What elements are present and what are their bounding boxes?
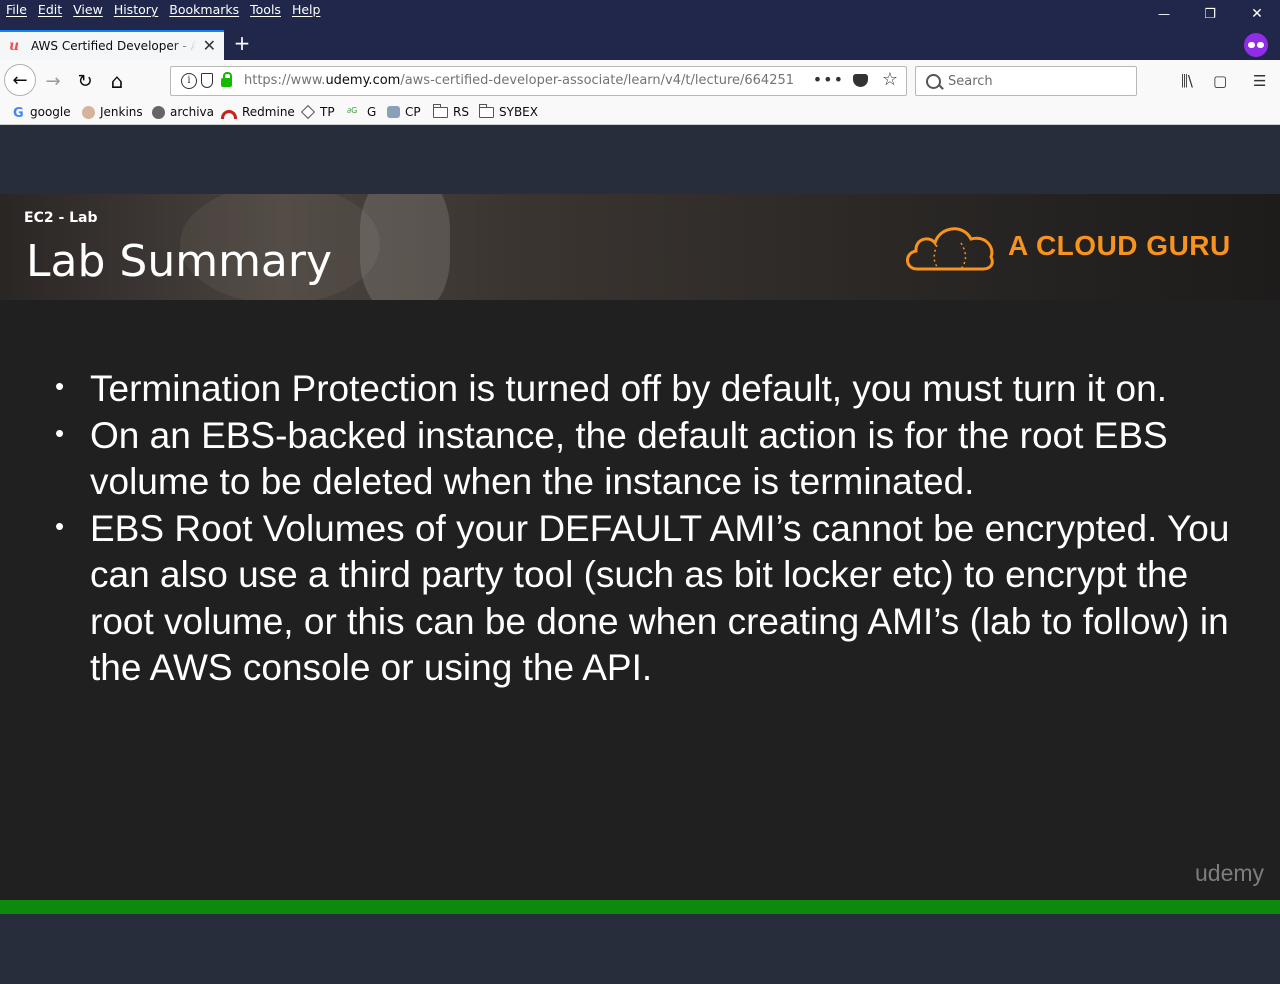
bookmark-google[interactable]: G google	[13, 105, 71, 121]
tab-title: AWS Certified Developer - Associate	[31, 39, 196, 53]
bookmark-label: archiva	[170, 105, 215, 119]
menu-history[interactable]: History	[114, 2, 158, 17]
video-progress-bar[interactable]	[0, 900, 1280, 914]
library-icon[interactable]: ⫼\	[1181, 72, 1193, 90]
bookmark-star-icon[interactable]: ☆	[882, 69, 898, 90]
restore-button[interactable]: ❐	[1187, 0, 1233, 28]
bookmark-label: G	[367, 105, 377, 119]
tab-strip: u AWS Certified Developer - Associate ✕ …	[0, 28, 1280, 60]
bookmark-g[interactable]: ∂G G	[347, 105, 376, 119]
minimize-button[interactable]: —	[1141, 0, 1187, 28]
bookmark-archiva[interactable]: archiva	[152, 105, 214, 119]
search-icon	[926, 74, 941, 89]
menu-list: File Edit View History Bookmarks Tools H…	[6, 2, 331, 17]
private-browsing-icon	[1244, 33, 1268, 57]
home-button[interactable]: ⌂	[103, 67, 131, 95]
info-icon[interactable]: i	[181, 73, 197, 89]
url-text[interactable]: https://www.udemy.com/aws-certified-deve…	[244, 73, 794, 88]
url-path: /aws-certified-developer-associate/learn…	[400, 73, 794, 88]
menu-help[interactable]: Help	[292, 2, 321, 17]
slide-bullets: Termination Protection is turned off by …	[55, 363, 1260, 692]
jenkins-icon	[82, 105, 95, 119]
new-tab-button[interactable]: +	[230, 30, 254, 56]
close-window-button[interactable]: ✕	[1234, 0, 1280, 28]
reload-button[interactable]: ↻	[71, 67, 99, 95]
bookmark-label: TP	[320, 105, 335, 119]
archiva-icon	[152, 105, 165, 119]
tracking-shield-icon[interactable]	[201, 73, 213, 88]
banner-background-figure	[360, 194, 450, 300]
bookmark-jenkins[interactable]: Jenkins	[82, 105, 143, 119]
folder-icon	[479, 103, 494, 118]
slide-banner: EC2 - Lab Lab Summary A CLOUD GURU	[0, 194, 1280, 300]
cloud-guru-brand: A CLOUD GURU	[1008, 230, 1231, 261]
bookmark-sybex[interactable]: SYBEX	[479, 103, 538, 119]
bullet-item: Termination Protection is turned off by …	[55, 363, 1260, 413]
cp-icon	[387, 106, 400, 118]
cloud-guru-logo-icon	[906, 227, 994, 271]
redmine-icon	[221, 109, 237, 119]
g-icon: ∂G	[347, 106, 358, 115]
navigation-bar: ← → ↻ ⌂ i https://www.udemy.com/aws-cert…	[0, 60, 1280, 102]
menu-edit[interactable]: Edit	[38, 2, 62, 17]
url-prefix: https://www.	[244, 73, 326, 88]
bookmark-label: google	[30, 105, 71, 119]
url-host: udemy.com	[325, 73, 401, 88]
menu-file[interactable]: File	[6, 2, 27, 17]
udemy-watermark: udemy	[1195, 860, 1265, 886]
bookmark-label: SYBEX	[499, 105, 538, 119]
close-tab-icon[interactable]: ✕	[203, 36, 216, 55]
tp-icon	[300, 104, 316, 120]
slide-title: Lab Summary	[26, 236, 333, 287]
bookmark-tp[interactable]: TP	[300, 104, 335, 120]
bookmark-cp[interactable]: CP	[387, 105, 421, 119]
bookmark-label: Jenkins	[100, 105, 143, 119]
secure-lock-icon[interactable]	[221, 72, 232, 87]
video-player[interactable]: EC2 - Lab Lab Summary A CLOUD GURU Termi…	[0, 194, 1280, 900]
bullet-item: EBS Root Volumes of your DEFAULT AMI’s c…	[55, 503, 1260, 692]
search-placeholder: Search	[948, 74, 993, 89]
menu-bookmarks[interactable]: Bookmarks	[169, 2, 239, 17]
forward-button[interactable]: →	[39, 67, 67, 95]
back-button[interactable]: ←	[4, 64, 36, 96]
search-bar[interactable]: Search	[915, 66, 1137, 96]
bookmark-label: RS	[453, 105, 469, 119]
bookmark-label: CP	[405, 105, 421, 119]
url-bar[interactable]: i https://www.udemy.com/aws-certified-de…	[170, 66, 907, 96]
bookmark-label: Redmine	[242, 105, 295, 119]
hamburger-menu-icon[interactable]: ☰	[1253, 72, 1266, 90]
menu-tools[interactable]: Tools	[250, 2, 281, 17]
tab-active[interactable]: u AWS Certified Developer - Associate ✕	[0, 30, 224, 60]
menu-view[interactable]: View	[73, 2, 103, 17]
bullet-item: On an EBS-backed instance, the default a…	[55, 410, 1260, 506]
bookmark-rs[interactable]: RS	[433, 103, 469, 119]
google-icon: G	[13, 106, 24, 121]
page-actions-icon[interactable]: •••	[813, 70, 844, 89]
bookmarks-bar: G google Jenkins archiva Redmine TP ∂G G…	[0, 102, 1280, 125]
bookmark-redmine[interactable]: Redmine	[221, 105, 295, 119]
udemy-favicon-icon: u	[9, 38, 20, 54]
pocket-icon[interactable]	[853, 74, 868, 87]
slide-section: EC2 - Lab	[24, 210, 98, 226]
menu-bar: File Edit View History Bookmarks Tools H…	[0, 0, 1280, 28]
sidebar-icon[interactable]: ▢	[1213, 72, 1227, 90]
folder-icon	[433, 103, 448, 118]
